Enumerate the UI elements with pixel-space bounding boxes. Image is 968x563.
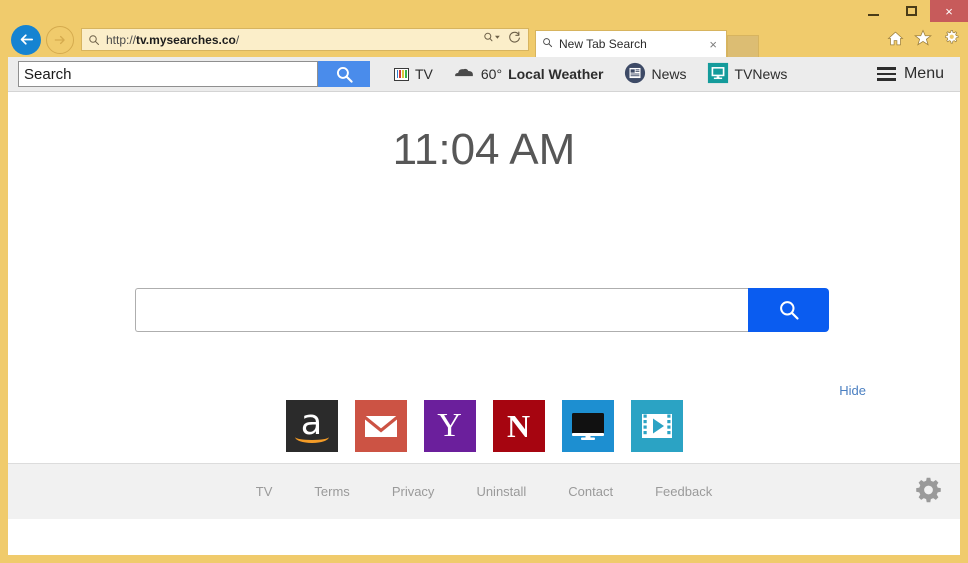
amazon-swoosh-icon [295, 431, 329, 443]
browser-command-icons [887, 29, 960, 52]
weather-temperature: 60° [481, 66, 502, 82]
hamburger-icon [877, 67, 896, 81]
hide-link[interactable]: Hide [839, 383, 866, 398]
toolbar-search-input[interactable]: Search [18, 61, 318, 87]
settings-gear-icon[interactable] [915, 476, 942, 508]
toolbar-item-tvnews-label: TVNews [735, 66, 788, 82]
back-button[interactable] [11, 25, 41, 55]
shortcut-netflix[interactable]: N [493, 400, 545, 452]
toolbar-item-news-label: News [652, 66, 687, 82]
maximize-icon [906, 6, 917, 16]
title-bar: × [0, 0, 968, 22]
toolbar-items: TV 60° Local Weather [394, 62, 787, 87]
address-search-dropdown[interactable] [483, 31, 501, 49]
tools-gear-icon[interactable] [942, 29, 960, 52]
toolbar-item-weather-label: Local Weather [508, 66, 603, 82]
footer-link-terms[interactable]: Terms [314, 484, 349, 499]
close-button[interactable]: × [930, 0, 968, 22]
monitor-icon [570, 410, 606, 442]
toolbar-item-news[interactable]: News [624, 62, 687, 87]
shortcut-gmail[interactable] [355, 400, 407, 452]
navigation-bar: http://tv.mysearches.co/ [0, 22, 968, 57]
yahoo-y-icon: Y [437, 409, 462, 443]
footer-link-tv[interactable]: TV [256, 484, 273, 499]
shortcut-tv[interactable] [562, 400, 614, 452]
clock-display: 11:04 AM [8, 92, 960, 175]
forward-button[interactable] [46, 26, 74, 54]
newspaper-circle-icon [624, 62, 646, 87]
toolbar-menu-label: Menu [904, 65, 944, 83]
address-search-icon [88, 34, 100, 46]
address-url: http://tv.mysearches.co/ [106, 33, 483, 47]
footer-link-uninstall[interactable]: Uninstall [476, 484, 526, 499]
minimize-icon [868, 14, 879, 16]
tab-close-icon[interactable]: × [706, 37, 720, 52]
shortcut-amazon[interactable]: a [286, 400, 338, 452]
page-footer: TV Terms Privacy Uninstall Contact Feedb… [8, 463, 960, 519]
envelope-icon [364, 413, 398, 439]
shortcut-video[interactable] [631, 400, 683, 452]
cloud-icon [453, 66, 475, 82]
tab-title: New Tab Search [559, 37, 706, 51]
home-icon[interactable] [887, 30, 904, 52]
close-icon: × [945, 4, 953, 19]
toolbar-search-group: Search [18, 61, 370, 87]
extension-toolbar: Search TV [8, 57, 960, 92]
favorites-star-icon[interactable] [914, 29, 932, 52]
footer-link-contact[interactable]: Contact [568, 484, 613, 499]
address-tools [483, 31, 524, 49]
main-search-input[interactable] [135, 288, 748, 332]
maximize-button[interactable] [892, 0, 930, 22]
magnifier-icon [777, 298, 801, 322]
toolbar-item-tv[interactable]: TV [394, 66, 433, 82]
page-content: 11:04 AM Hide a [8, 92, 960, 519]
shortcut-row: a Y N [8, 400, 960, 452]
toolbar-item-tvnews[interactable]: TVNews [707, 62, 788, 87]
main-search-group [135, 288, 829, 332]
page-viewport: Search TV [8, 57, 960, 555]
toolbar-search-button[interactable] [318, 61, 370, 87]
toolbar-item-tv-label: TV [415, 66, 433, 82]
shortcut-yahoo[interactable]: Y [424, 400, 476, 452]
toolbar-item-weather[interactable]: 60° Local Weather [453, 66, 604, 82]
browser-tab[interactable]: New Tab Search × [535, 30, 727, 57]
back-arrow-icon [18, 31, 35, 48]
main-search-button[interactable] [748, 288, 829, 332]
footer-link-feedback[interactable]: Feedback [655, 484, 712, 499]
address-bar[interactable]: http://tv.mysearches.co/ [81, 28, 529, 51]
magnifier-icon [335, 65, 354, 84]
minimize-button[interactable] [854, 0, 892, 22]
forward-arrow-icon [53, 33, 67, 47]
window-controls: × [854, 0, 968, 22]
footer-link-privacy[interactable]: Privacy [392, 484, 435, 499]
netflix-n-icon: N [507, 410, 530, 442]
refresh-icon[interactable] [508, 31, 521, 49]
film-play-icon [638, 410, 676, 442]
browser-window: × http://tv.mysearches.co/ [0, 0, 968, 563]
new-tab-button[interactable] [727, 35, 759, 57]
tab-favicon-search-icon [542, 37, 553, 51]
teal-monitor-icon [707, 62, 729, 87]
toolbar-menu-button[interactable]: Menu [877, 65, 950, 83]
tv-set-icon [394, 68, 409, 81]
